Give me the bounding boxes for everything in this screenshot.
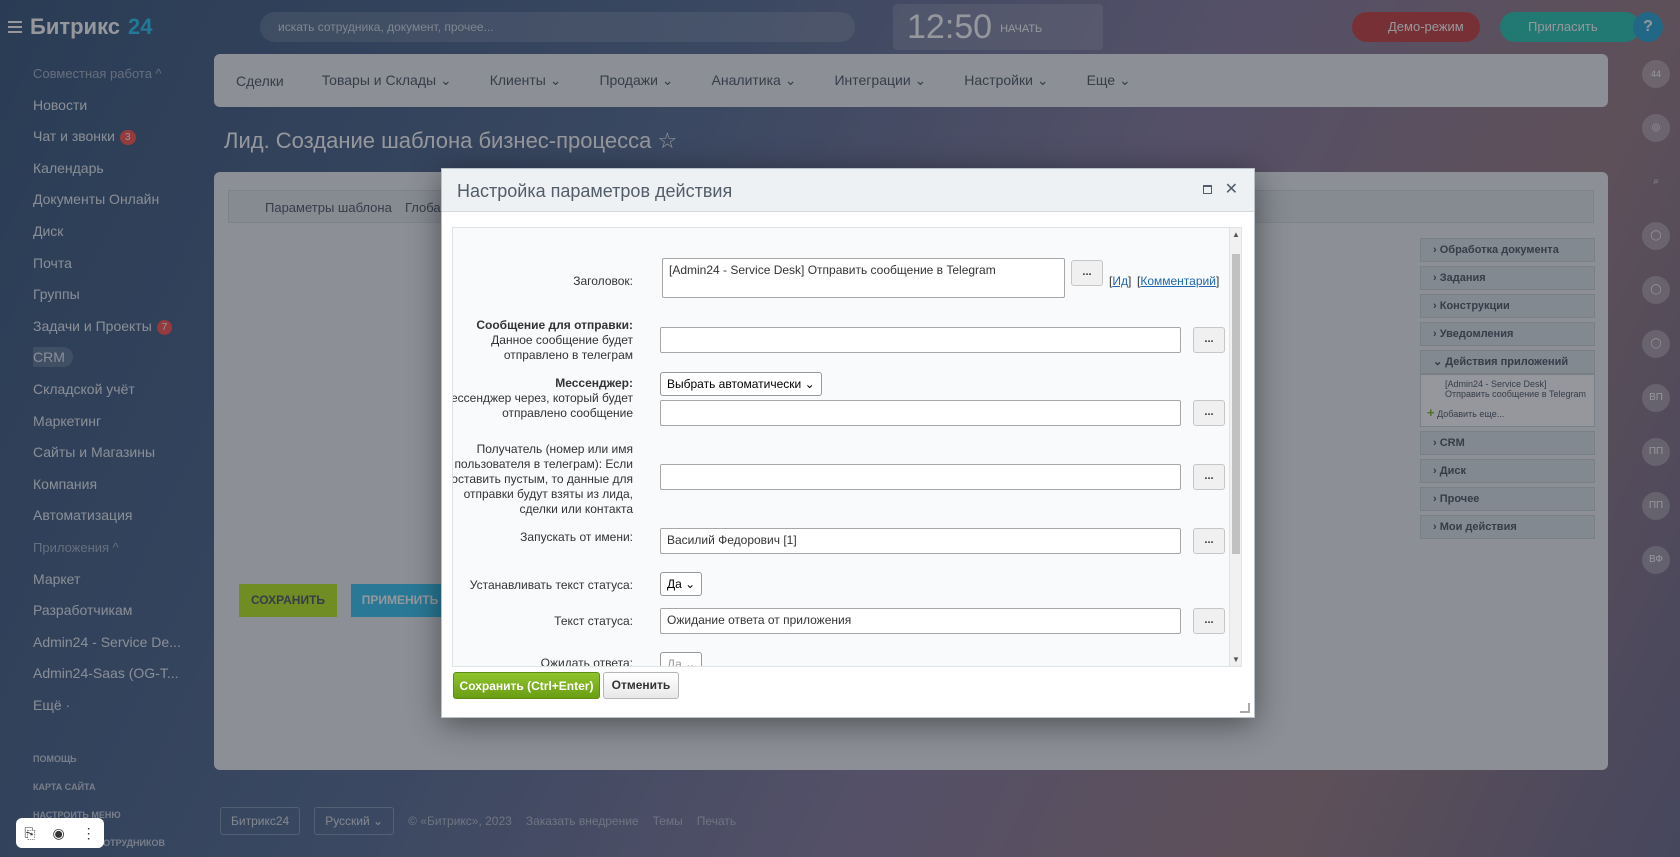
messenger-select[interactable]: Выбрать автоматически ⌄ — [660, 372, 822, 396]
message-label: Сообщение для отправки: — [476, 318, 633, 332]
scrollbar[interactable]: ▲ ▼ — [1229, 228, 1241, 666]
status-text-dots-button[interactable]: ... — [1193, 608, 1225, 634]
recipient-dots-button[interactable]: ... — [1193, 464, 1225, 490]
message-hint: Данное сообщение будет отправлено в теле… — [491, 333, 633, 362]
messenger-field[interactable] — [660, 400, 1181, 426]
message-field[interactable] — [660, 327, 1181, 353]
set-status-label: Устанавливать текст статуса: — [469, 578, 633, 592]
run-as-label: Запускать от имени: — [520, 530, 633, 544]
id-link[interactable]: Ид — [1112, 274, 1128, 288]
action-settings-dialog: Настройка параметров действия ✕ ▲ ▼ Загол… — [441, 168, 1255, 718]
set-status-select[interactable]: Да ⌄ — [660, 572, 703, 596]
comment-link[interactable]: Комментарий — [1140, 274, 1216, 288]
dialog-header: Настройка параметров действия ✕ — [442, 169, 1254, 212]
title-dots-button[interactable]: ... — [1071, 260, 1103, 286]
status-text-field[interactable]: Ожидание ответа от приложения — [660, 608, 1181, 634]
run-as-dots-button[interactable]: ... — [1193, 528, 1225, 554]
messenger-hint: Мессенджер через, который будет отправле… — [452, 391, 633, 420]
recipient-field[interactable] — [660, 464, 1181, 490]
dialog-footer: Сохранить (Ctrl+Enter) Отменить — [442, 665, 1254, 717]
run-as-field[interactable]: Василий Федорович [1] — [660, 528, 1181, 554]
cancel-button[interactable]: Отменить — [603, 672, 679, 699]
floating-toolbar: ⎘ ◉ ⋮ — [16, 818, 104, 848]
status-text-label: Текст статуса: — [554, 614, 633, 628]
title-label: Заголовок: — [573, 274, 633, 288]
title-field[interactable]: [Admin24 - Service Desk] Отправить сообщ… — [662, 258, 1065, 298]
camera-icon[interactable]: ◉ — [52, 825, 64, 842]
message-dots-button[interactable]: ... — [1193, 327, 1225, 353]
resize-handle[interactable] — [1240, 703, 1250, 713]
messenger-dots-button[interactable]: ... — [1193, 400, 1225, 426]
bookmark-icon[interactable]: ⎘ — [24, 825, 35, 842]
messenger-label: Мессенджер: — [555, 376, 633, 390]
close-icon[interactable]: ✕ — [1225, 179, 1238, 199]
dialog-form: ▲ ▼ Заголовок: [Admin24 - Service Desk] О… — [452, 227, 1242, 667]
save-button[interactable]: Сохранить (Ctrl+Enter) — [453, 672, 600, 699]
dialog-title: Настройка параметров действия — [457, 181, 733, 201]
recipient-label: Получатель (номер или имя пользователя в… — [452, 442, 633, 516]
more-icon[interactable]: ⋮ — [82, 825, 96, 842]
maximize-icon[interactable] — [1203, 185, 1212, 194]
